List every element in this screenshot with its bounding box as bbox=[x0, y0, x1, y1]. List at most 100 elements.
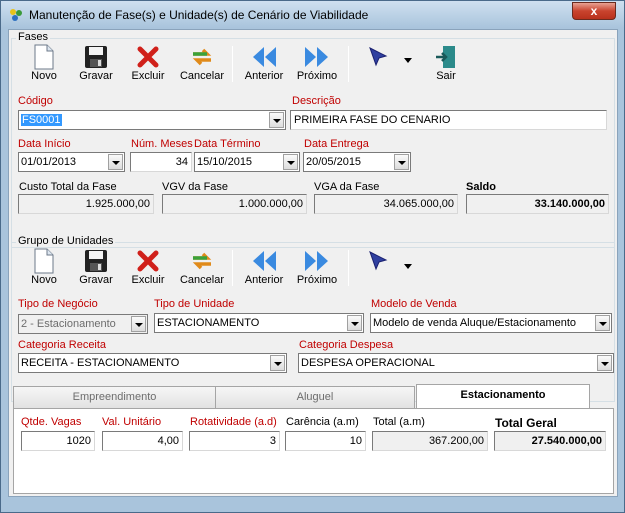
tipo-unidade-combo[interactable]: ESTACIONAMENTO bbox=[154, 313, 364, 333]
grupo-anterior-label: Anterior bbox=[244, 274, 284, 286]
select-pointer-button[interactable] bbox=[365, 44, 391, 70]
toolbar-separator bbox=[348, 250, 349, 286]
val-unitario-field[interactable]: 4,00 bbox=[102, 431, 183, 451]
grupo-proximo-button[interactable]: Próximo bbox=[292, 248, 342, 286]
custo-total-field: 1.925.000,00 bbox=[18, 194, 154, 214]
num-meses-field[interactable]: 34 bbox=[130, 152, 192, 172]
categoria-despesa-combo[interactable]: DESPESA OPERACIONAL bbox=[298, 353, 614, 373]
data-inicio-label: Data Início bbox=[18, 138, 71, 150]
grupo-excluir-label: Excluir bbox=[131, 274, 165, 286]
chevron-down-icon[interactable] bbox=[347, 315, 362, 331]
new-document-icon bbox=[34, 248, 54, 274]
excluir-button[interactable]: Excluir bbox=[127, 44, 169, 82]
excluir-label: Excluir bbox=[131, 70, 165, 82]
sair-label: Sair bbox=[436, 70, 456, 82]
data-termino-value: 15/10/2015 bbox=[197, 156, 253, 168]
tab-aluguel[interactable]: Aluguel bbox=[215, 386, 415, 408]
total-geral-label: Total Geral bbox=[495, 416, 557, 430]
anterior-button[interactable]: Anterior bbox=[239, 44, 289, 82]
tab-empreendimento[interactable]: Empreendimento bbox=[13, 386, 216, 408]
sair-button[interactable]: Sair bbox=[430, 44, 462, 82]
chevron-down-icon[interactable] bbox=[269, 112, 284, 128]
tipo-unidade-value: ESTACIONAMENTO bbox=[157, 317, 260, 329]
grupo-pointer-dropdown-arrow[interactable] bbox=[403, 264, 413, 270]
next-arrow-icon bbox=[305, 251, 328, 271]
toolbar-separator bbox=[232, 250, 233, 286]
grupo-excluir-button[interactable]: Excluir bbox=[127, 248, 169, 286]
fases-group-label: Fases bbox=[16, 31, 50, 43]
chevron-down-icon[interactable] bbox=[131, 316, 146, 332]
categoria-receita-value: RECEITA - ESTACIONAMENTO bbox=[21, 357, 180, 369]
chevron-down-icon[interactable] bbox=[283, 154, 298, 170]
rotatividade-field[interactable]: 3 bbox=[189, 431, 280, 451]
descricao-field[interactable]: PRIMEIRA FASE DO CENARIO bbox=[290, 110, 607, 130]
val-unitario-label: Val. Unitário bbox=[102, 416, 162, 428]
new-document-icon bbox=[34, 44, 54, 70]
modelo-venda-label: Modelo de Venda bbox=[371, 298, 457, 310]
custo-total-label: Custo Total da Fase bbox=[19, 181, 117, 193]
save-icon bbox=[85, 46, 107, 68]
rotatividade-label: Rotatividade (a.d) bbox=[190, 416, 277, 428]
close-button[interactable]: x bbox=[572, 2, 616, 20]
grupo-select-pointer-button[interactable] bbox=[365, 248, 391, 274]
grupo-anterior-button[interactable]: Anterior bbox=[239, 248, 289, 286]
chevron-down-icon[interactable] bbox=[108, 154, 123, 170]
grupo-novo-button[interactable]: Novo bbox=[23, 248, 65, 286]
vga-label: VGA da Fase bbox=[314, 181, 380, 193]
chevron-down-icon[interactable] bbox=[595, 315, 610, 331]
toolbar-separator bbox=[348, 46, 349, 82]
tipo-unidade-label: Tipo de Unidade bbox=[154, 298, 235, 310]
grupo-cancelar-label: Cancelar bbox=[179, 274, 225, 286]
tab-estacionamento[interactable]: Estacionamento bbox=[416, 384, 590, 408]
cancelar-label: Cancelar bbox=[179, 70, 225, 82]
modelo-venda-value: Modelo de venda Aluque/Estacionamento bbox=[373, 317, 577, 329]
pointer-arrow-icon bbox=[369, 46, 388, 67]
estacionamento-panel: Qtde. Vagas 1020 Val. Unitário 4,00 Rota… bbox=[13, 408, 614, 494]
tipo-negocio-combo[interactable]: 2 - Estacionamento bbox=[18, 314, 148, 334]
qtde-vagas-field[interactable]: 1020 bbox=[21, 431, 95, 451]
categoria-receita-label: Categoria Receita bbox=[18, 339, 107, 351]
grupo-novo-label: Novo bbox=[31, 274, 57, 286]
client-area: Fases Novo Gravar Excluir Cancelar Anter… bbox=[8, 29, 618, 497]
tipo-negocio-value: 2 - Estacionamento bbox=[21, 318, 116, 330]
data-inicio-value: 01/01/2013 bbox=[21, 156, 77, 168]
num-meses-label: Núm. Meses bbox=[131, 138, 193, 150]
chevron-down-icon bbox=[404, 264, 412, 269]
data-entrega-picker[interactable]: 20/05/2015 bbox=[303, 152, 411, 172]
gravar-button[interactable]: Gravar bbox=[75, 44, 117, 82]
exit-door-icon bbox=[436, 46, 455, 68]
chevron-down-icon bbox=[404, 58, 412, 63]
cancel-arrows-icon bbox=[192, 252, 212, 270]
data-entrega-value: 20/05/2015 bbox=[306, 156, 362, 168]
data-inicio-picker[interactable]: 01/01/2013 bbox=[18, 152, 125, 172]
grupo-cancelar-button[interactable]: Cancelar bbox=[177, 248, 227, 286]
chevron-down-icon[interactable] bbox=[270, 355, 285, 371]
modelo-venda-combo[interactable]: Modelo de venda Aluque/Estacionamento bbox=[370, 313, 612, 333]
chevron-down-icon[interactable] bbox=[394, 154, 409, 170]
vga-field: 34.065.000,00 bbox=[314, 194, 458, 214]
categoria-receita-combo[interactable]: RECEITA - ESTACIONAMENTO bbox=[18, 353, 287, 373]
previous-arrow-icon bbox=[253, 251, 276, 271]
application-window: Manutenção de Fase(s) e Unidade(s) de Ce… bbox=[0, 0, 625, 513]
grupo-gravar-button[interactable]: Gravar bbox=[75, 248, 117, 286]
codigo-value: FS0001 bbox=[21, 114, 62, 126]
vgv-field: 1.000.000,00 bbox=[162, 194, 307, 214]
proximo-button[interactable]: Próximo bbox=[292, 44, 342, 82]
carencia-label: Carência (a.m) bbox=[286, 416, 359, 428]
save-icon bbox=[85, 250, 107, 272]
novo-button[interactable]: Novo bbox=[23, 44, 65, 82]
cancel-arrows-icon bbox=[192, 48, 212, 66]
total-geral-field: 27.540.000,00 bbox=[494, 431, 606, 451]
total-am-label: Total (a.m) bbox=[373, 416, 425, 428]
categoria-despesa-label: Categoria Despesa bbox=[299, 339, 394, 351]
total-am-field: 367.200,00 bbox=[372, 431, 488, 451]
cancelar-button[interactable]: Cancelar bbox=[177, 44, 227, 82]
pointer-arrow-icon bbox=[369, 250, 388, 271]
chevron-down-icon[interactable] bbox=[597, 355, 612, 371]
carencia-field[interactable]: 10 bbox=[285, 431, 366, 451]
codigo-combo[interactable]: FS0001 bbox=[18, 110, 286, 130]
qtde-vagas-label: Qtde. Vagas bbox=[21, 416, 82, 428]
pointer-dropdown-arrow[interactable] bbox=[403, 58, 413, 64]
data-termino-picker[interactable]: 15/10/2015 bbox=[194, 152, 300, 172]
grupo-unidades-group-label: Grupo de Unidades bbox=[16, 235, 116, 247]
